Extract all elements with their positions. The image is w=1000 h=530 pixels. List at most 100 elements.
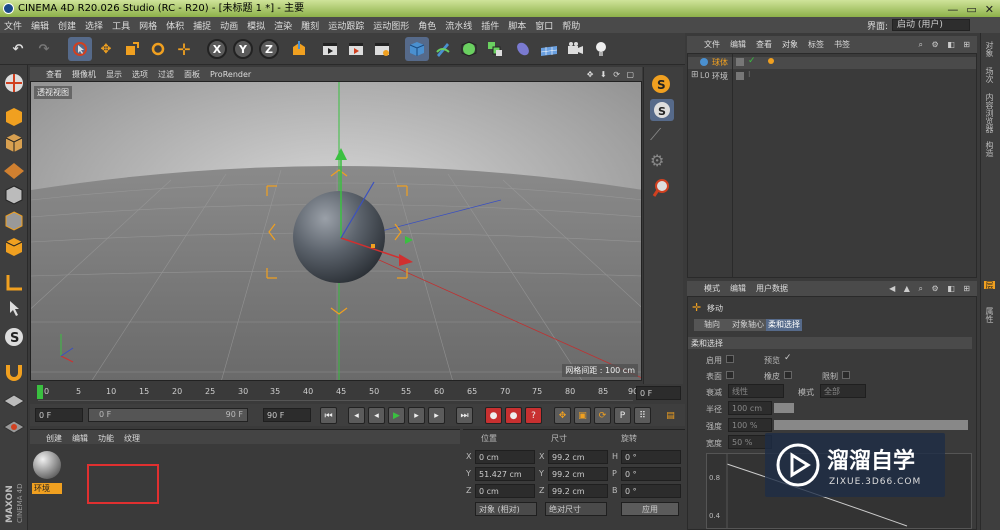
key-position-icon[interactable]: ✥ [554,407,571,424]
material-menu-edit[interactable]: 编辑 [72,433,88,444]
object-menu-view[interactable]: 查看 [756,39,772,50]
maximize-button[interactable]: ▭ [966,1,976,18]
redo-icon[interactable]: ↷ [32,37,56,61]
goto-end-icon[interactable]: ⏭ [456,407,473,424]
viewport-menu-camera[interactable]: 摄像机 [72,69,96,80]
visibility-check-icon[interactable]: ✓ [748,56,756,66]
object-menu-bookmark[interactable]: 书签 [834,39,850,50]
scale-tool-icon[interactable] [120,37,144,61]
menu-script[interactable]: 脚本 [508,19,526,32]
workplane-icon[interactable] [2,157,26,181]
radius-field[interactable]: 100 cm [728,401,772,415]
rubber-checkbox[interactable] [784,371,792,379]
menu-volume[interactable]: 体积 [166,19,184,32]
next-frame-icon[interactable]: ▸ [408,407,425,424]
snap-enable-icon[interactable]: S [650,99,674,121]
guide-icon[interactable]: ⟋ [650,125,674,147]
key-pla-icon[interactable]: ⠿ [634,407,651,424]
tab-attributes[interactable]: 属性 [984,307,995,323]
prev-frame-icon[interactable]: ◂ [368,407,385,424]
y-axis-lock-button[interactable]: Y [233,39,253,59]
viewport-menu-view[interactable]: 查看 [46,69,62,80]
tab-content-browser[interactable]: 内容浏览器 [984,93,995,133]
axis-mode-icon[interactable] [2,271,26,295]
menu-edit[interactable]: 编辑 [31,19,49,32]
light-icon[interactable] [589,37,613,61]
pen-spline-icon[interactable] [431,37,455,61]
deformer-icon[interactable] [511,37,535,61]
minimize-button[interactable]: — [947,1,958,18]
magnet-icon[interactable] [2,359,26,383]
menu-file[interactable]: 文件 [4,19,22,32]
rot-p-field[interactable]: 0 ° [621,467,681,481]
current-frame-field[interactable]: 0 F [636,386,681,400]
floor-icon[interactable] [537,37,561,61]
key-scale-icon[interactable]: ▣ [574,407,591,424]
timeline-ruler[interactable]: 0 5 10 15 20 25 30 35 40 45 50 55 60 65 … [30,384,685,401]
rot-b-field[interactable]: 0 ° [621,484,681,498]
size-x-field[interactable]: 99.2 cm [548,450,608,464]
material-menu-texture[interactable]: 纹理 [124,433,140,444]
move-tool-icon[interactable]: ✥ [94,37,118,61]
preview-checkbox[interactable]: ✓ [784,353,792,363]
menu-sculpt[interactable]: 雕刻 [301,19,319,32]
keyframe-selection-icon[interactable]: ? [525,407,542,424]
object-menu-edit[interactable]: 编辑 [730,39,746,50]
live-select-icon[interactable] [68,37,92,61]
pos-x-field[interactable]: 0 cm [475,450,535,464]
auto-key-icon[interactable]: ● [505,407,522,424]
falloff-select[interactable]: 线性 [728,384,784,398]
menu-help[interactable]: 帮助 [562,19,580,32]
cube-primitive-icon[interactable] [405,37,429,61]
viewport-menu-options[interactable]: 选项 [132,69,148,80]
attr-nav-icons[interactable]: ◀ ▲ ⌕ ⚙ ◧ ⊞ [889,284,973,294]
tab-object-axis[interactable]: 对象轴心 [730,319,766,331]
record-keys-icon[interactable]: ● [485,407,502,424]
object-manager-search-icon[interactable]: ⌕ ⚙ ◧ ⊞ [918,40,973,50]
enable-checkbox[interactable] [726,355,734,363]
strength-slider[interactable] [774,420,968,430]
coordinate-mode-select[interactable]: 对象 (相对) [475,502,537,516]
rot-h-field[interactable]: 0 ° [621,450,681,464]
menu-create[interactable]: 创建 [58,19,76,32]
array-icon[interactable] [483,37,507,61]
object-menu-object[interactable]: 对象 [782,39,798,50]
layer-icon[interactable] [736,72,744,80]
render-to-picture-viewer-icon[interactable] [344,37,368,61]
polygons-mode-icon[interactable] [2,235,26,259]
quantize-icon[interactable] [2,415,26,439]
menu-mesh[interactable]: 网格 [139,19,157,32]
tab-axis[interactable]: 轴向 [694,319,730,331]
start-frame-field[interactable]: 0 F [35,408,83,422]
snap-settings-icon[interactable]: S [650,73,674,95]
menu-plugins[interactable]: 插件 [481,19,499,32]
material-item[interactable]: 环境 [32,450,62,494]
layout-select[interactable]: 启动 (用户) [892,19,970,31]
key-parameter-icon[interactable]: P [614,407,631,424]
timeline-window-icon[interactable]: ▤ [662,407,679,424]
prev-key-icon[interactable]: ◂ [348,407,365,424]
menu-mograph[interactable]: 运动图形 [373,19,409,32]
render-view-icon[interactable] [318,37,342,61]
menu-window[interactable]: 窗口 [535,19,553,32]
menu-character[interactable]: 角色 [418,19,436,32]
edges-mode-icon[interactable] [2,209,26,233]
texture-mode-icon[interactable] [2,131,26,155]
recent-tool-icon[interactable]: ✛ [172,37,196,61]
size-z-field[interactable]: 99.2 cm [548,484,608,498]
perspective-viewport[interactable]: 透视视图 网格间距 : 100 cm [30,81,642,381]
size-y-field[interactable]: 99.2 cm [548,467,608,481]
expand-icon[interactable]: ⊞ [691,70,699,80]
preview-range-slider[interactable]: 0 F 90 F [88,408,248,422]
menu-animate[interactable]: 动画 [220,19,238,32]
camera-icon[interactable] [563,37,587,61]
render-settings-icon[interactable] [370,37,394,61]
viewport-menu-panel[interactable]: 面板 [184,69,200,80]
object-menu-file[interactable]: 文件 [704,39,720,50]
layer-icon[interactable] [736,58,744,66]
material-menu-create[interactable]: 创建 [46,433,62,444]
mode-select[interactable]: 全部 [820,384,866,398]
rotate-tool-icon[interactable] [146,37,170,61]
play-icon[interactable]: ▶ [388,407,405,424]
surface-checkbox[interactable] [726,371,734,379]
